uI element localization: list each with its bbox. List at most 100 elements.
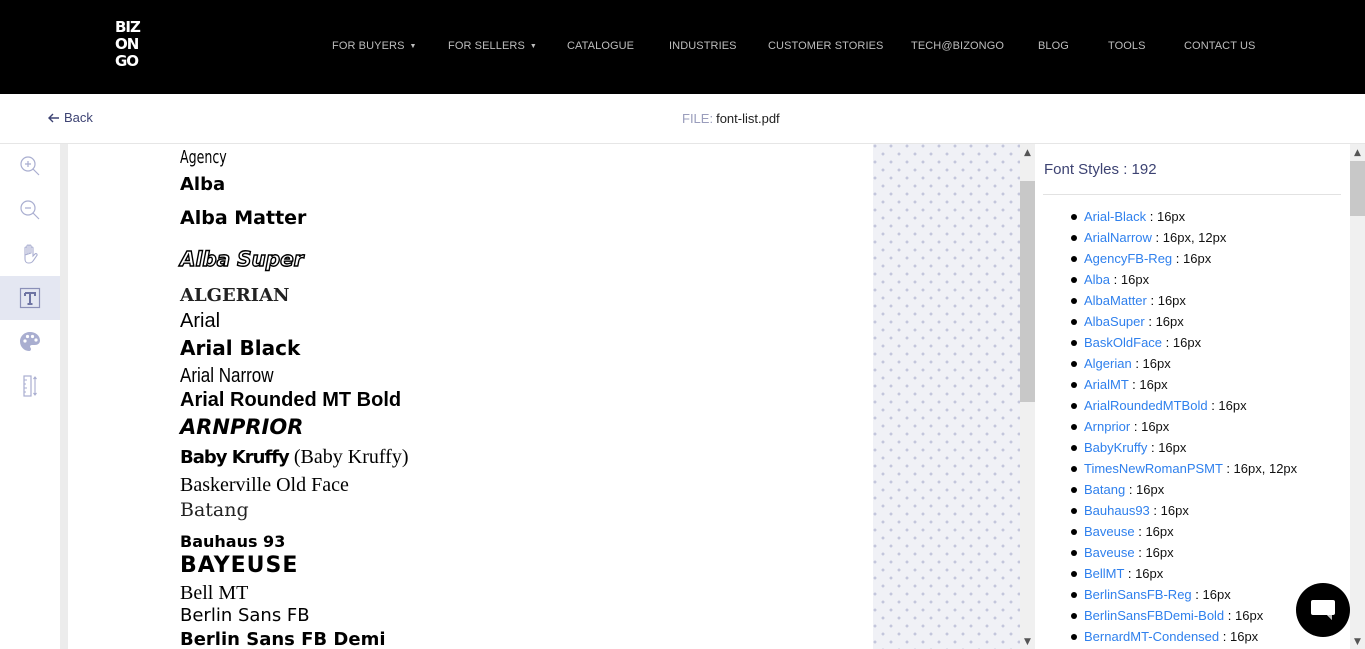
font-sample: Agency [180, 147, 227, 168]
scroll-down-icon[interactable]: ▼ [1350, 635, 1365, 649]
back-label: Back [64, 110, 93, 125]
font-sizes: 16px [1135, 566, 1164, 581]
zoom-in-icon [20, 156, 40, 176]
font-list-item: ArialRoundedMTBold : 16px [1071, 397, 1297, 418]
scroll-up-icon[interactable]: ▲ [1020, 146, 1035, 160]
font-name-link[interactable]: BerlinSansFBDemi-Bold [1084, 608, 1224, 623]
font-sizes: 16px [1235, 608, 1264, 623]
file-name: font-list.pdf [716, 111, 780, 126]
font-name-link[interactable]: BabyKruffy [1084, 440, 1147, 455]
font-list-item: Baveuse : 16px [1071, 523, 1297, 544]
font-sizes: 16px [1145, 545, 1174, 560]
pan-button[interactable] [0, 232, 60, 276]
color-button[interactable] [0, 320, 60, 364]
caret-down-icon: ▼ [529, 43, 537, 50]
font-list-item: Baveuse : 16px [1071, 544, 1297, 565]
font-name-link[interactable]: Batang [1084, 482, 1125, 497]
file-header: Back FILE: font-list.pdf [0, 94, 1365, 144]
nav-industries[interactable]: INDUSTRIES [669, 40, 737, 52]
font-name-link[interactable]: BerlinSansFB-Reg [1084, 587, 1192, 602]
font-name-link[interactable]: ArialNarrow [1084, 230, 1152, 245]
font-sizes: 16px, 12px [1162, 230, 1227, 245]
divider [1043, 194, 1341, 195]
nav-for-buyers[interactable]: FOR BUYERS ▼ [332, 40, 417, 52]
font-name-link[interactable]: Bauhaus93 [1084, 503, 1150, 518]
font-name-link[interactable]: Arnprior [1084, 419, 1130, 434]
back-button[interactable]: Back [47, 110, 93, 125]
nav-tools[interactable]: TOOLS [1108, 40, 1146, 52]
font-sizes: 16px [1202, 587, 1231, 602]
font-name-link[interactable]: AlbaSuper [1084, 314, 1145, 329]
font-list-item: BellMT : 16px [1071, 565, 1297, 586]
font-sample: Bauhaus 93 [180, 532, 286, 551]
text-tool-button[interactable] [0, 276, 60, 320]
nav-contact-us[interactable]: CONTACT US [1184, 40, 1256, 52]
font-sizes: 16px [1141, 419, 1170, 434]
font-name-link[interactable]: BellMT [1084, 566, 1124, 581]
pdf-page: Agency Alba Alba Matter Alba Super ALGER… [68, 144, 873, 649]
font-list-item: Arial-Black : 16px [1071, 208, 1297, 229]
measure-button[interactable] [0, 364, 60, 408]
font-name-link[interactable]: ArialMT [1084, 377, 1129, 392]
chat-button[interactable] [1296, 583, 1350, 637]
nav-tech-bizongo[interactable]: TECH@BIZONGO [911, 40, 1004, 52]
scroll-down-icon[interactable]: ▼ [1020, 635, 1035, 649]
font-sizes: 16px [1218, 398, 1247, 413]
font-list-item: Bauhaus93 : 16px [1071, 502, 1297, 523]
font-list-item: ArialNarrow : 16px, 12px [1071, 229, 1297, 250]
palette-icon [20, 332, 40, 351]
file-prefix: FILE: [682, 111, 714, 126]
font-list-item: BabyKruffy : 16px [1071, 439, 1297, 460]
font-sizes: 16px [1120, 272, 1150, 287]
nav-customer-stories[interactable]: CUSTOMER STORIES [768, 40, 884, 52]
font-sample: BAYEUSE [180, 553, 299, 578]
font-name-link[interactable]: TimesNewRomanPSMT [1084, 461, 1223, 476]
font-list-item: BerlinSansFBDemi-Bold : 16px [1071, 607, 1297, 628]
font-list-item: Batang : 16px [1071, 481, 1297, 502]
viewer-scrollbar[interactable]: ▲ ▼ [1020, 144, 1035, 649]
font-name-link[interactable]: BaskOldFace [1084, 335, 1162, 350]
font-name-link[interactable]: Algerian [1084, 356, 1132, 371]
scrollbar-thumb[interactable] [1020, 181, 1035, 402]
pdf-viewer[interactable]: Agency Alba Alba Matter Alba Super ALGER… [60, 144, 1020, 649]
font-sizes: 16px [1142, 356, 1171, 371]
font-list-item: AgencyFB-Reg : 16px [1071, 250, 1297, 271]
font-sizes: 16px [1155, 314, 1184, 329]
zoom-in-button[interactable] [0, 144, 60, 188]
font-name-link[interactable]: ArialRoundedMTBold [1084, 398, 1208, 413]
panel-scrollbar[interactable]: ▲ ▼ [1350, 144, 1365, 649]
font-name-link[interactable]: AlbaMatter [1084, 293, 1147, 308]
font-sample: Arial Narrow [180, 365, 274, 387]
font-sizes: 16px [1145, 524, 1174, 539]
font-sample-row: Baby Kruffy (Baby Kruffy) [180, 447, 409, 467]
chat-bubble-icon [1311, 600, 1335, 620]
font-name-link[interactable]: BernardMT-Condensed [1084, 629, 1219, 644]
font-sample: ARNPRIOR [180, 415, 304, 439]
viewer-toolbar [0, 144, 60, 649]
font-list: Arial-Black : 16px ArialNarrow : 16px, 12… [1071, 208, 1297, 649]
hand-icon [24, 244, 38, 264]
font-name-link[interactable]: Baveuse [1084, 545, 1135, 560]
font-name-link[interactable]: Alba [1084, 272, 1110, 287]
font-sizes: 16px [1139, 377, 1168, 392]
scrollbar-thumb[interactable] [1350, 161, 1365, 216]
font-sample: Berlin Sans FB [180, 605, 310, 626]
font-name-link[interactable]: Arial-Black [1084, 209, 1146, 224]
nav-blog[interactable]: BLOG [1038, 40, 1069, 52]
nav-for-sellers[interactable]: FOR SELLERS ▼ [448, 40, 537, 52]
bizongo-logo[interactable]: BIZ ON GO [115, 19, 151, 73]
nav-catalogue[interactable]: CATALOGUE [567, 40, 634, 52]
viewer-background [873, 144, 1020, 649]
font-sample: Alba [180, 174, 226, 195]
file-label: FILE: font-list.pdf [682, 111, 780, 126]
font-sizes: 16px [1229, 629, 1259, 644]
font-sizes: 16px [1183, 251, 1212, 266]
font-sample: Berlin Sans FB Demi [180, 629, 386, 649]
top-navbar: BIZ ON GO FOR BUYERS ▼ FOR SELLERS ▼ CATAL… [0, 0, 1365, 94]
scroll-up-icon[interactable]: ▲ [1350, 146, 1365, 160]
zoom-out-button[interactable] [0, 188, 60, 232]
font-list-item: AlbaMatter : 16px [1071, 292, 1297, 313]
font-name-link[interactable]: Baveuse [1084, 524, 1135, 539]
font-sizes: 16px, 12px [1233, 461, 1298, 476]
font-name-link[interactable]: AgencyFB-Reg [1084, 251, 1172, 266]
